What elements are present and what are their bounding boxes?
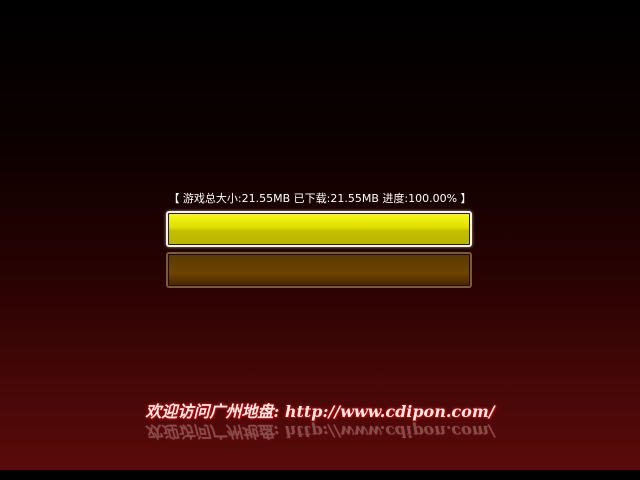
site-url-banner: 欢迎访问广州地盘: http://www.cdipon.com/	[145, 402, 495, 421]
progress-bar-fill	[169, 214, 469, 244]
bottom-strip	[0, 470, 640, 480]
site-url-banner-reflection: 欢迎访问广州地盘: http://www.cdipon.com/	[145, 422, 495, 441]
download-status-text: 【 游戏总大小:21.55MB 已下载:21.55MB 进度:100.00% 】	[168, 192, 472, 205]
loader-screen: 【 游戏总大小:21.55MB 已下载:21.55MB 进度:100.00% 】…	[0, 0, 640, 470]
progress-bar	[166, 211, 472, 247]
progress-bar-reflection-fill	[169, 255, 469, 285]
progress-bar-reflection	[166, 252, 472, 288]
